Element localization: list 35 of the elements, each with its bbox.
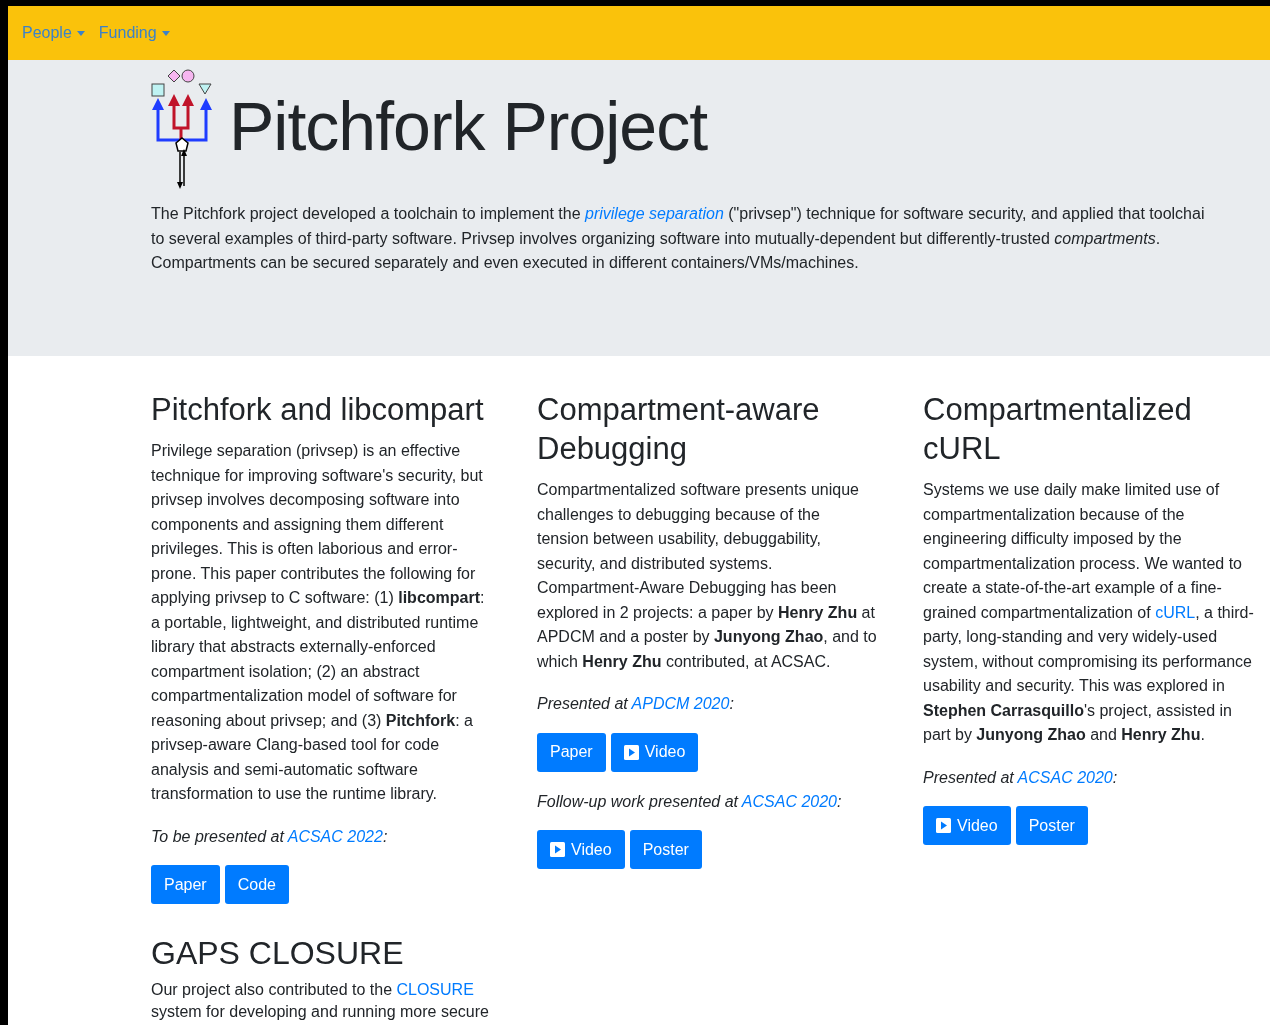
link[interactable]: cURL — [1155, 603, 1196, 621]
caret-icon — [161, 30, 170, 36]
button[interactable]: Poster — [1015, 806, 1088, 845]
button[interactable]: Video — [923, 806, 1011, 845]
link[interactable]: ACSAC 2022 — [287, 827, 383, 845]
caret-icon — [76, 30, 85, 36]
section-heading: Compartment-aware Debugging — [537, 391, 821, 468]
description-paragraph: Our project also contributed to the CLOSURE system for developing and running more secure — [151, 980, 490, 1022]
intro-paragraph: The Pitchfork project developed a toolchain to implement the privilege separation ("privsep") technique for software security, and applied that toolchai to several examples of third-party software. Privsep involves organizing software into mutually-dependent but differently-trusted compartments. Compartments can be secured separately and even executed in different containers/VMs/machines. — [151, 204, 1206, 273]
button[interactable]: Paper — [537, 732, 606, 772]
button[interactable]: Code — [224, 865, 289, 904]
button[interactable]: Poster — [629, 830, 702, 869]
description-paragraph: Systems we use daily make limited use of compartmentalization because of the engineering difficulty imposed by the compartmentalization process. We wanted to create a state-of-the-art example of a fine- grained compartmentalization of cURL, a third- party, long-standing and very widely-used system, without compromising its performance usability and security. This was explored in Stephen Carrasquillo's project, assisted in part by Junyong Zhao and Henry Zhu. — [923, 480, 1255, 745]
presented-note: Presented at ACSAC 2020: — [923, 767, 1119, 788]
link[interactable]: ACSAC 2020 — [1017, 768, 1113, 786]
button[interactable]: Video — [537, 830, 625, 869]
presented-note: Follow-up work presented at ACSAC 2020: — [537, 791, 843, 812]
link[interactable]: ACSAC 2020 — [741, 792, 837, 810]
section-heading: Compartmentalized cURL — [923, 391, 1193, 468]
presented-note: Presented at APDCM 2020: — [537, 694, 735, 714]
button[interactable]: Paper — [151, 865, 220, 904]
section-heading: GAPS CLOSURE — [151, 934, 405, 973]
description-paragraph: Privilege separation (privsep) is an effective technique for improving software's security, but privsep involves decomposing software into components and assigning them different privileges. This is often laborious and error- prone. This paper contributes the following for applying privsep to C software: (1) libcompart: a portable, lightweight, and distributed runtime library that abstracts externally-enforced compartment isolation; (2) an abstract compartmentalization model of software for reasoning about privsep; and (3) Pitchfork: a privsep-aware Clang-based tool for code analysis and semi-automatic software transformation to use the runtime library. — [151, 441, 486, 804]
nav-menu[interactable]: Funding — [98, 21, 170, 45]
presented-note: To be presented at ACSAC 2022: — [151, 826, 389, 847]
nav-menu[interactable]: People — [22, 21, 85, 45]
button[interactable]: Video — [610, 732, 699, 772]
link[interactable]: privilege separation — [585, 205, 724, 222]
link[interactable]: CLOSURE — [396, 981, 474, 998]
section-heading: Pitchfork and libcompart — [151, 391, 485, 429]
link[interactable]: APDCM 2020 — [631, 695, 730, 712]
play-icon — [936, 818, 951, 833]
description-paragraph: Compartmentalized software presents unique challenges to debugging because of the tension between usability, debuggability, security, and distributed systems. Compartment-Aware Debugging has been explored in 2 projects: a paper by Henry Zhu at APDCM and a poster by Junyong Zhao, and to which Henry Zhu contributed, at ACSAC. — [537, 480, 878, 672]
play-icon — [623, 744, 639, 760]
play-icon — [550, 842, 565, 857]
